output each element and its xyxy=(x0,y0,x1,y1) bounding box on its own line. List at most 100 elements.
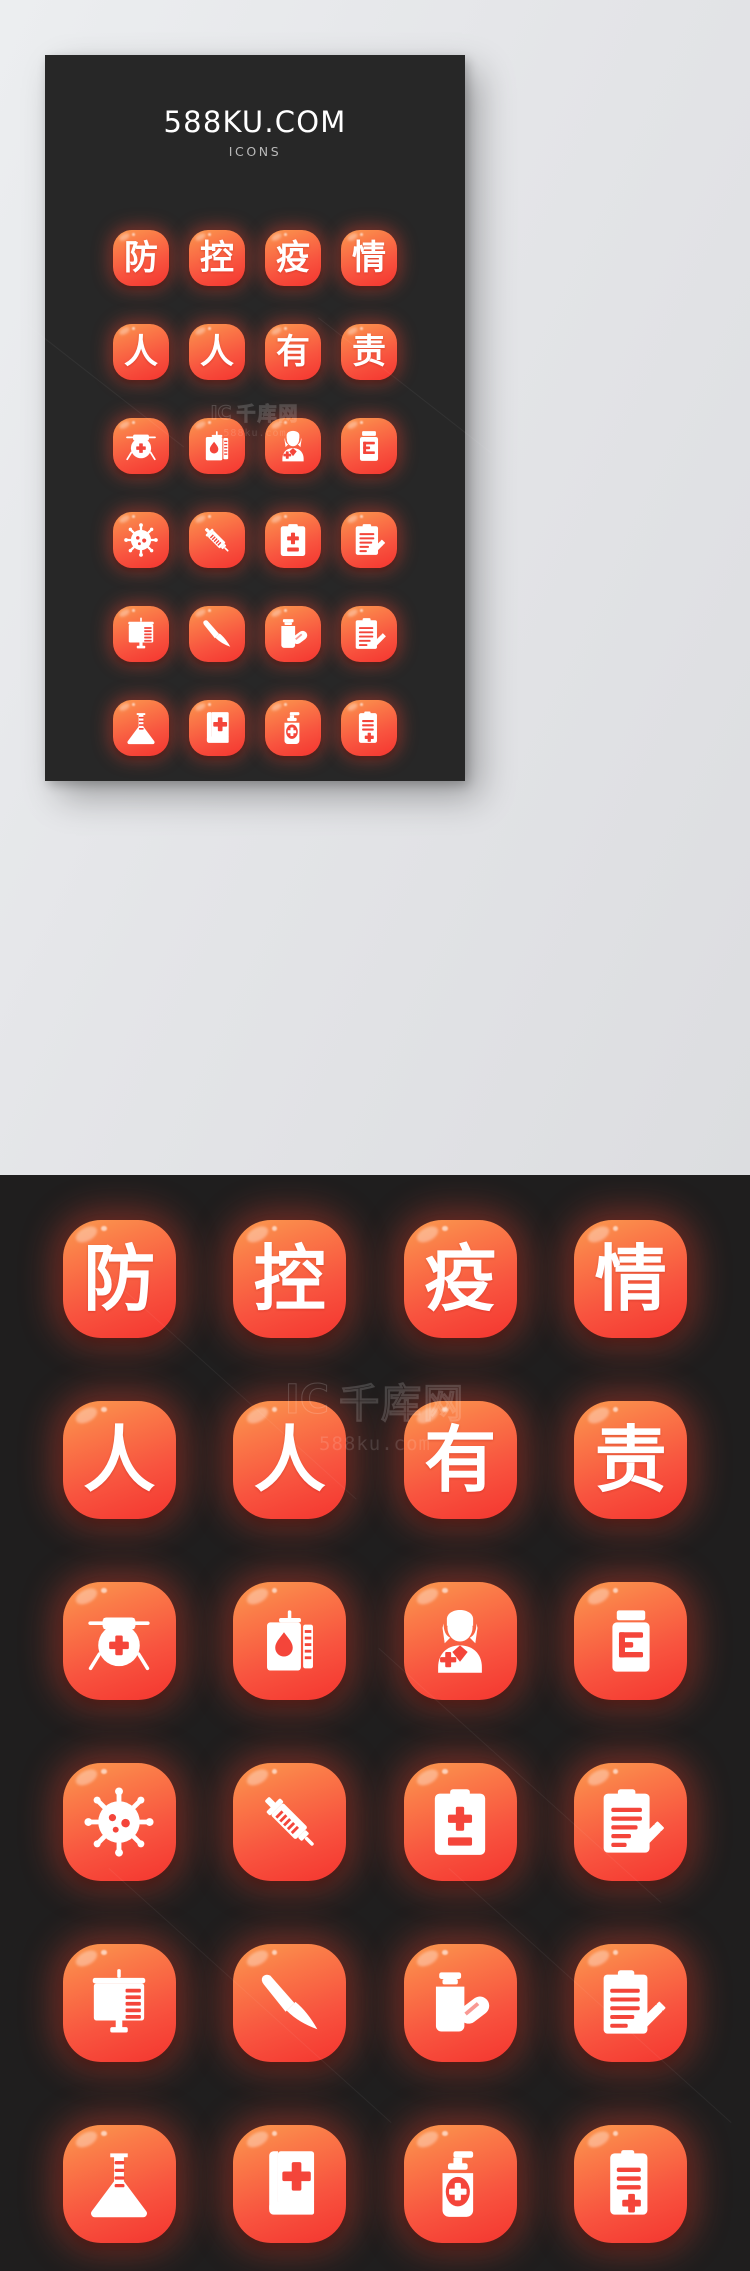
icon-cell xyxy=(546,1559,717,1722)
character-ze[interactable]: 责 xyxy=(574,1400,688,1519)
character-you[interactable]: 有 xyxy=(403,1400,517,1519)
character-fang[interactable]: 防 xyxy=(113,230,169,286)
character-yi[interactable]: 疫 xyxy=(265,230,321,286)
nurse-cap-icon-art xyxy=(84,1606,154,1676)
medical-book-icon[interactable] xyxy=(233,2124,347,2243)
virus-icon[interactable] xyxy=(113,512,169,568)
character-yi-glyph: 疫 xyxy=(276,238,310,278)
virus-icon-art xyxy=(124,523,158,557)
character-ren-1-glyph: 人 xyxy=(83,1417,156,1502)
nurse-person-icon[interactable] xyxy=(403,1581,517,1700)
character-ze-glyph: 责 xyxy=(594,1417,667,1502)
pill-bottle-icon[interactable] xyxy=(574,1581,688,1700)
icon-cell: 人 xyxy=(34,1378,205,1541)
icon-cell xyxy=(103,408,179,484)
character-ze[interactable]: 责 xyxy=(341,324,397,380)
character-ren-2-glyph: 人 xyxy=(253,1417,326,1502)
icon-cell xyxy=(103,502,179,578)
preview-icon-grid: 防 控 疫 情人 人 有 责 xyxy=(103,220,407,766)
character-ze-glyph: 责 xyxy=(352,332,386,372)
clipboard-pencil-icon[interactable] xyxy=(341,512,397,568)
nurse-person-icon-art xyxy=(276,429,310,463)
notepad-pen-icon[interactable] xyxy=(341,606,397,662)
character-qing[interactable]: 情 xyxy=(341,230,397,286)
notepad-pen-icon-art xyxy=(596,1968,666,2038)
capsule-bottle-icon[interactable] xyxy=(403,1943,517,2062)
icon-cell: 防 xyxy=(103,220,179,296)
character-qing-glyph: 情 xyxy=(594,1236,667,1321)
icon-cell: 防 xyxy=(34,1197,205,1360)
icon-cell xyxy=(34,2102,205,2265)
icon-cell xyxy=(331,690,407,766)
flask-icon[interactable] xyxy=(62,2124,176,2243)
icon-cell: 有 xyxy=(255,314,331,390)
scalpel-icon[interactable] xyxy=(189,606,245,662)
blood-bag-icon-art xyxy=(200,429,234,463)
syringe-icon[interactable] xyxy=(233,1762,347,1881)
character-ren-2[interactable]: 人 xyxy=(189,324,245,380)
clipboard-pencil-icon-art xyxy=(596,1787,666,1857)
clipboard-pencil-icon[interactable] xyxy=(574,1762,688,1881)
blood-bag-icon[interactable] xyxy=(233,1581,347,1700)
character-ren-1[interactable]: 人 xyxy=(113,324,169,380)
medical-record-icon-art xyxy=(352,711,386,745)
nurse-cap-icon[interactable] xyxy=(113,418,169,474)
character-ren-2[interactable]: 人 xyxy=(233,1400,347,1519)
icon-cell xyxy=(375,2102,546,2265)
icon-cell xyxy=(205,1740,376,1903)
icon-cell xyxy=(179,408,255,484)
character-kong[interactable]: 控 xyxy=(189,230,245,286)
scalpel-icon-art xyxy=(255,1968,325,2038)
sanitizer-bottle-icon-art xyxy=(425,2149,495,2219)
scalpel-icon-art xyxy=(200,617,234,651)
icon-cell xyxy=(331,408,407,484)
character-kong-glyph: 控 xyxy=(200,238,234,278)
notepad-pen-icon[interactable] xyxy=(574,1943,688,2062)
character-kong[interactable]: 控 xyxy=(233,1219,347,1338)
medical-clipboard-icon[interactable] xyxy=(403,1762,517,1881)
virus-icon[interactable] xyxy=(62,1762,176,1881)
icon-cell xyxy=(331,502,407,578)
icon-cell xyxy=(375,1921,546,2084)
icon-cell xyxy=(255,690,331,766)
blood-bag-icon[interactable] xyxy=(189,418,245,474)
character-fang-glyph: 防 xyxy=(83,1236,156,1321)
icon-cell xyxy=(179,596,255,672)
flask-icon[interactable] xyxy=(113,700,169,756)
preview-section: 588KU.COM ICONS 防控疫情人人有责 IC 千库网 588ku.co… xyxy=(0,0,750,1175)
icon-cell xyxy=(103,690,179,766)
character-you[interactable]: 有 xyxy=(265,324,321,380)
showcase-section: 防控疫情人人有责 千库网 588ku.com xyxy=(0,1175,750,2271)
medical-record-icon[interactable] xyxy=(574,2124,688,2243)
icon-cell xyxy=(205,2102,376,2265)
character-qing[interactable]: 情 xyxy=(574,1219,688,1338)
medical-record-icon[interactable] xyxy=(341,700,397,756)
capsule-bottle-icon[interactable] xyxy=(265,606,321,662)
character-ren-1[interactable]: 人 xyxy=(62,1400,176,1519)
character-yi[interactable]: 疫 xyxy=(403,1219,517,1338)
nurse-person-icon[interactable] xyxy=(265,418,321,474)
scalpel-icon[interactable] xyxy=(233,1943,347,2062)
sanitizer-bottle-icon[interactable] xyxy=(265,700,321,756)
medical-book-icon[interactable] xyxy=(189,700,245,756)
icon-cell xyxy=(546,1740,717,1903)
iv-drip-icon[interactable] xyxy=(62,1943,176,2062)
medical-clipboard-icon[interactable] xyxy=(265,512,321,568)
icon-cell xyxy=(255,408,331,484)
nurse-cap-icon[interactable] xyxy=(62,1581,176,1700)
character-ren-2-glyph: 人 xyxy=(200,332,234,372)
clipboard-pencil-icon-art xyxy=(352,523,386,557)
pill-bottle-icon[interactable] xyxy=(341,418,397,474)
icon-cell xyxy=(205,1559,376,1722)
syringe-icon[interactable] xyxy=(189,512,245,568)
iv-drip-icon[interactable] xyxy=(113,606,169,662)
character-fang[interactable]: 防 xyxy=(62,1219,176,1338)
icon-cell xyxy=(103,596,179,672)
icon-cell xyxy=(375,1740,546,1903)
iv-drip-icon-art xyxy=(124,617,158,651)
sanitizer-bottle-icon[interactable] xyxy=(403,2124,517,2243)
medical-record-icon-art xyxy=(596,2149,666,2219)
showcase-icon-grid: 防 控 疫 情人 人 有 责 xyxy=(34,1197,716,2265)
character-fang-glyph: 防 xyxy=(124,238,158,278)
blood-bag-icon-art xyxy=(255,1606,325,1676)
